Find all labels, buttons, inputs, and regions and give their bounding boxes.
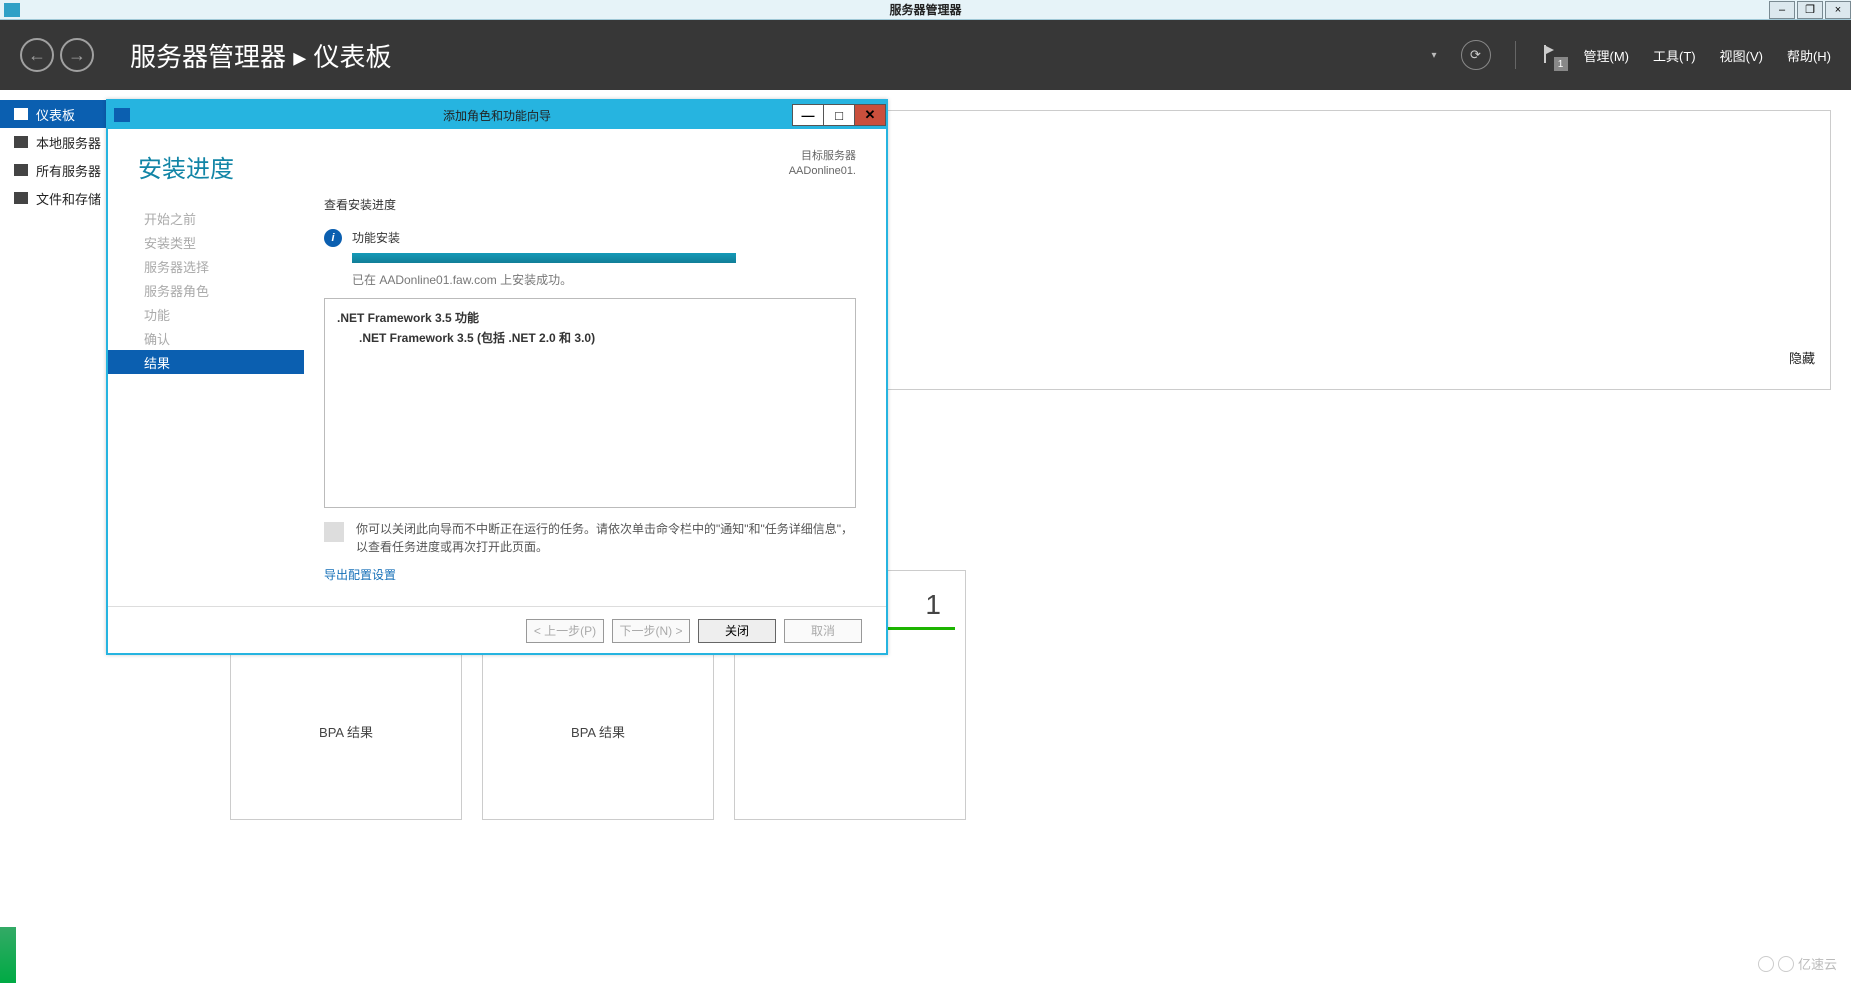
watermark-text: 亿速云 <box>1798 954 1837 973</box>
step-server-roles: 服务器角色 <box>144 278 304 302</box>
breadcrumb-sep: ▸ <box>293 42 306 72</box>
dropdown-caret-icon[interactable]: ▾ <box>1431 50 1436 61</box>
result-line-2: .NET Framework 3.5 (包括 .NET 2.0 和 3.0) <box>337 329 843 346</box>
progress-bar <box>352 253 736 263</box>
taskbar-fragment <box>0 927 16 983</box>
dashboard-icon <box>14 108 28 120</box>
add-roles-wizard: 添加角色和功能向导 — □ ✕ 安装进度 目标服务器 AADonline01. … <box>106 99 888 655</box>
nav-back-button[interactable]: ← <box>20 38 54 72</box>
sidebar-item-label: 文件和存储 <box>36 189 101 208</box>
header-bar: ← → 服务器管理器 ▸ 仪表板 ▾ ⟳ 1 管理(M) 工具(T) 视图(V)… <box>0 20 1851 90</box>
feature-install-label: 功能安装 <box>352 229 400 246</box>
refresh-icon[interactable]: ⟳ <box>1461 40 1491 70</box>
wizard-steps: 开始之前 安装类型 服务器选择 服务器角色 功能 确认 结果 <box>108 196 304 606</box>
servers-icon <box>14 164 28 176</box>
wizard-window-buttons: — □ ✕ <box>793 104 886 126</box>
hide-link[interactable]: 隐藏 <box>1789 348 1815 367</box>
breadcrumb-app: 服务器管理器 <box>130 42 286 72</box>
server-icon <box>14 136 28 148</box>
sidebar-item-label: 所有服务器 <box>36 161 101 180</box>
menu-tools[interactable]: 工具(T) <box>1653 46 1696 65</box>
step-results[interactable]: 结果 <box>108 350 304 374</box>
next-button: 下一步(N) > <box>612 619 690 643</box>
prev-button: < 上一步(P) <box>526 619 604 643</box>
wizard-title: 添加角色和功能向导 <box>443 107 551 124</box>
notification-badge: 1 <box>1554 57 1568 71</box>
wizard-heading: 安装进度 <box>138 149 234 184</box>
sidebar-item-label: 仪表板 <box>36 105 75 124</box>
result-line-1: .NET Framework 3.5 功能 <box>337 309 843 326</box>
menu-view[interactable]: 视图(V) <box>1720 46 1763 65</box>
wizard-close-button[interactable]: ✕ <box>854 104 886 126</box>
note-text: 你可以关闭此向导而不中断正在运行的任务。请依次单击命令栏中的"通知"和"任务详细… <box>356 520 856 556</box>
close-button[interactable]: × <box>1825 1 1851 19</box>
wizard-titlebar[interactable]: 添加角色和功能向导 — □ ✕ <box>108 101 886 129</box>
header-right: ▾ ⟳ 1 管理(M) 工具(T) 视图(V) 帮助(H) <box>1441 40 1831 70</box>
notifications-icon[interactable]: 1 <box>1540 45 1560 65</box>
tile-count: 1 <box>925 589 941 621</box>
menu-help[interactable]: 帮助(H) <box>1787 46 1831 65</box>
step-confirm: 确认 <box>144 326 304 350</box>
bpa-label: BPA 结果 <box>571 722 625 741</box>
export-settings-link[interactable]: 导出配置设置 <box>324 566 396 583</box>
watermark-icon <box>1758 956 1774 972</box>
close-note: 你可以关闭此向导而不中断正在运行的任务。请依次单击命令栏中的"通知"和"任务详细… <box>324 520 856 556</box>
nav-forward-button[interactable]: → <box>60 38 94 72</box>
target-label: 目标服务器 <box>789 149 856 164</box>
bpa-label: BPA 结果 <box>319 722 373 741</box>
storage-icon <box>14 192 28 204</box>
success-message: 已在 AADonline01.faw.com 上安装成功。 <box>352 271 856 288</box>
breadcrumb-page: 仪表板 <box>314 42 392 72</box>
app-titlebar: 服务器管理器 – ❐ × <box>0 0 1851 20</box>
wizard-maximize-button[interactable]: □ <box>823 104 855 126</box>
watermark-icon <box>1778 956 1794 972</box>
wizard-header: 安装进度 目标服务器 AADonline01. <box>108 129 886 196</box>
separator <box>1515 41 1516 69</box>
wizard-footer: < 上一步(P) 下一步(N) > 关闭 取消 <box>108 606 886 654</box>
window-buttons: – ❐ × <box>1767 1 1851 19</box>
install-status-row: i 功能安装 <box>324 229 856 247</box>
app-icon <box>4 3 20 17</box>
sidebar-item-label: 本地服务器 <box>36 133 101 152</box>
app-title: 服务器管理器 <box>889 1 961 18</box>
watermark: 亿速云 <box>1758 954 1837 973</box>
target-value: AADonline01. <box>789 164 856 179</box>
breadcrumb: 服务器管理器 ▸ 仪表板 <box>130 37 392 74</box>
close-wizard-button[interactable]: 关闭 <box>698 619 776 643</box>
wizard-content: 查看安装进度 i 功能安装 已在 AADonline01.faw.com 上安装… <box>304 196 886 606</box>
results-box: .NET Framework 3.5 功能 .NET Framework 3.5… <box>324 298 856 508</box>
view-progress-label: 查看安装进度 <box>324 196 856 213</box>
wizard-icon <box>114 108 130 122</box>
menu-manage[interactable]: 管理(M) <box>1584 46 1630 65</box>
maximize-button[interactable]: ❐ <box>1797 1 1823 19</box>
info-icon: i <box>324 229 342 247</box>
wizard-minimize-button[interactable]: — <box>792 104 824 126</box>
target-server: 目标服务器 AADonline01. <box>789 149 856 180</box>
wizard-body: 开始之前 安装类型 服务器选择 服务器角色 功能 确认 结果 查看安装进度 i … <box>108 196 886 606</box>
step-features: 功能 <box>144 302 304 326</box>
step-server-select: 服务器选择 <box>144 254 304 278</box>
step-install-type: 安装类型 <box>144 230 304 254</box>
minimize-button[interactable]: – <box>1769 1 1795 19</box>
cancel-button: 取消 <box>784 619 862 643</box>
note-icon <box>324 522 344 542</box>
step-before-begin: 开始之前 <box>144 206 304 230</box>
